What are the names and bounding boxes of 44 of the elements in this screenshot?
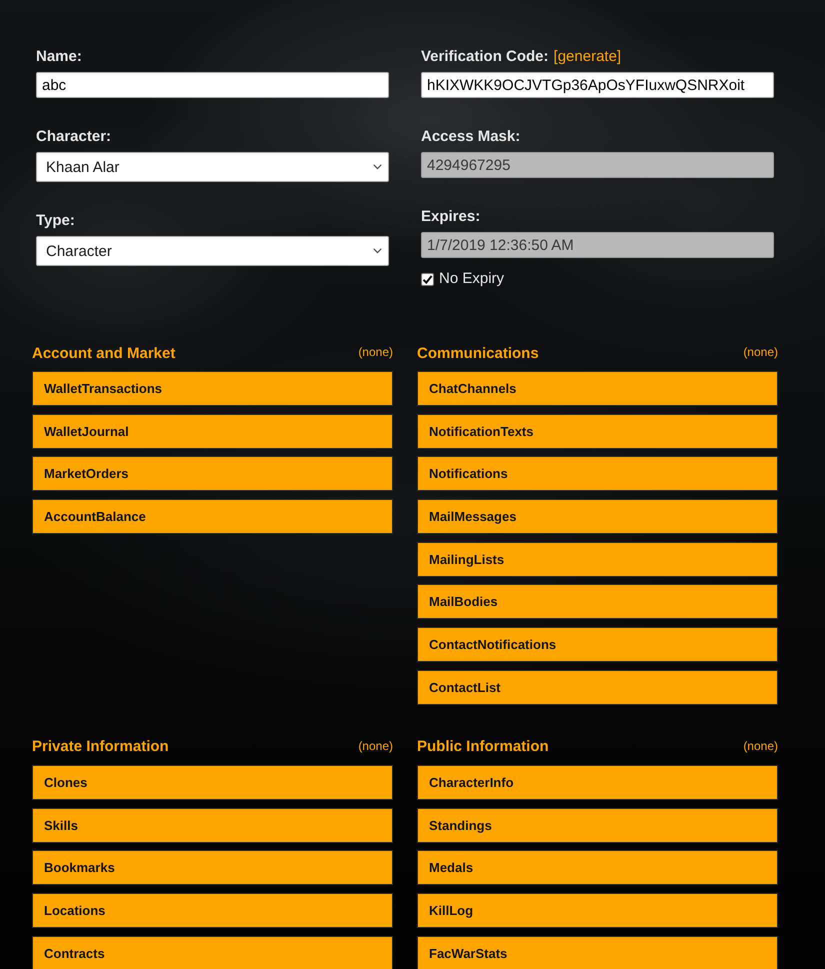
- permission-item[interactable]: FacWarStats: [417, 936, 778, 969]
- dropdown-select[interactable]: Khaan Alar: [36, 152, 389, 182]
- field-label: Type:: [36, 212, 75, 230]
- generate-link[interactable]: [generate]: [554, 48, 622, 66]
- permission-item[interactable]: ContactList: [417, 670, 778, 705]
- permission-item[interactable]: Skills: [32, 808, 393, 842]
- selection-summary: (none): [358, 738, 393, 753]
- permission-item[interactable]: MarketOrders: [32, 456, 393, 492]
- field-label: Verification Code:: [421, 48, 549, 66]
- permission-item[interactable]: Notifications: [417, 456, 778, 492]
- field-label: Character:: [36, 128, 112, 146]
- selection-summary: (none): [743, 738, 778, 753]
- field-label: Name:: [36, 48, 82, 66]
- field-label: Expires:: [421, 208, 480, 226]
- permission-item[interactable]: MailBodies: [417, 584, 778, 620]
- section-title: Account and Market: [32, 344, 176, 362]
- section-title: Communications: [417, 344, 539, 362]
- permission-item[interactable]: Bookmarks: [32, 850, 393, 886]
- selection-summary: (none): [743, 345, 778, 359]
- dropdown-select[interactable]: Character: [36, 236, 389, 266]
- checkbox-label: No Expiry: [439, 270, 504, 288]
- permission-item[interactable]: Locations: [32, 892, 393, 928]
- text-field[interactable]: abc: [36, 72, 389, 98]
- section-title: Private Information: [32, 738, 169, 756]
- permission-item[interactable]: WalletTransactions: [32, 371, 393, 406]
- permission-item[interactable]: MailMessages: [417, 499, 778, 534]
- chevron-down-icon: [373, 248, 382, 254]
- permission-item[interactable]: MailingLists: [417, 542, 778, 577]
- permission-item[interactable]: WalletJournal: [32, 414, 393, 449]
- chevron-down-icon: [373, 164, 382, 170]
- permission-item[interactable]: Clones: [32, 764, 393, 800]
- permission-item[interactable]: ChatChannels: [417, 371, 778, 406]
- permission-item[interactable]: Standings: [417, 808, 778, 842]
- permission-item[interactable]: KillLog: [417, 892, 778, 928]
- permission-item[interactable]: CharacterInfo: [417, 764, 778, 800]
- permission-item[interactable]: AccountBalance: [32, 499, 393, 534]
- section-title: Public Information: [417, 738, 549, 756]
- permission-item[interactable]: Contracts: [32, 936, 393, 969]
- field-label: Access Mask:: [421, 128, 520, 146]
- text-field[interactable]: hKIXWKK9OCJVTGp36ApOsYFIuxwQSNRXoit: [421, 72, 774, 98]
- permission-item[interactable]: NotificationTexts: [417, 414, 778, 449]
- selection-summary: (none): [358, 345, 393, 359]
- permission-item[interactable]: ContactNotifications: [417, 627, 778, 662]
- permission-item[interactable]: Medals: [417, 850, 778, 886]
